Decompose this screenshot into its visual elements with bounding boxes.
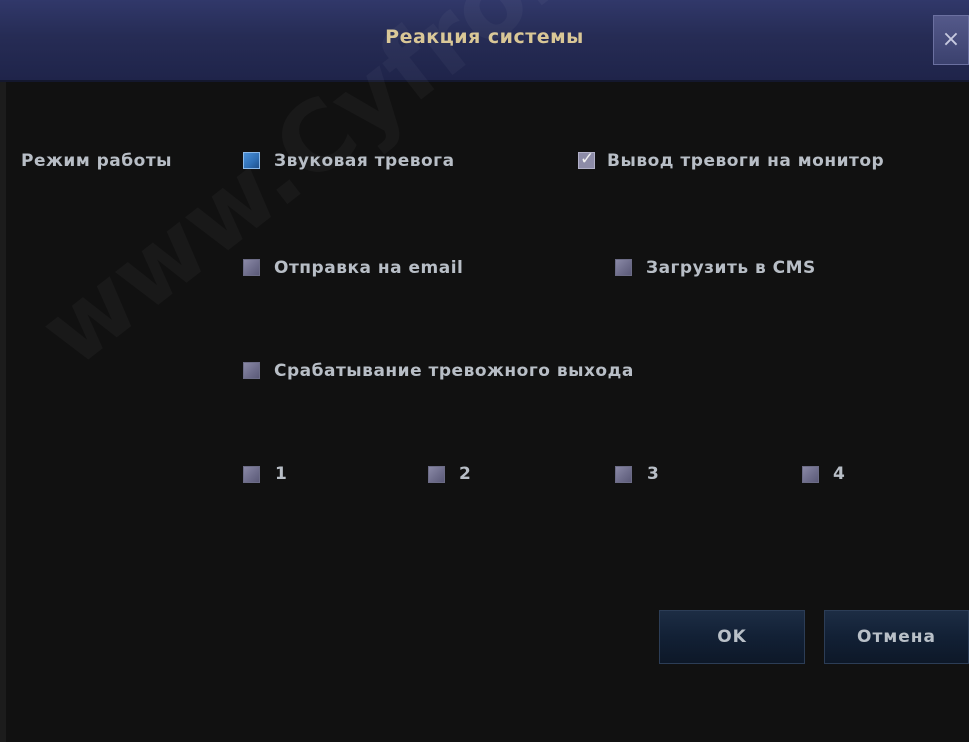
mode-label: Режим работы	[21, 151, 173, 171]
dialog-titlebar: Реакция системы ×	[0, 0, 969, 82]
output-4-label: 4	[833, 464, 846, 484]
output-1-label: 1	[275, 464, 288, 484]
alarm-output-label: Срабатывание тревожного выхода	[274, 361, 634, 381]
dialog-left-border	[0, 82, 6, 742]
sound-alarm-label: Звуковая тревога	[274, 151, 455, 171]
show-on-monitor-label: Вывод тревоги на монитор	[607, 151, 885, 171]
output-3-checkbox[interactable]	[615, 466, 632, 483]
output-2-label: 2	[459, 464, 472, 484]
sound-alarm-checkbox[interactable]	[243, 152, 260, 169]
output-3-label: 3	[647, 464, 660, 484]
upload-cms-label: Загрузить в CMS	[646, 258, 816, 278]
output-2-checkbox[interactable]	[428, 466, 445, 483]
close-icon: ×	[941, 27, 961, 52]
close-button[interactable]: ×	[933, 15, 969, 65]
ok-button[interactable]: OK	[659, 610, 805, 664]
cancel-button[interactable]: Отмена	[824, 610, 969, 664]
show-on-monitor-checkbox[interactable]	[578, 149, 595, 169]
upload-cms-checkbox[interactable]	[615, 259, 632, 276]
output-4-checkbox[interactable]	[802, 466, 819, 483]
send-email-checkbox[interactable]	[243, 259, 260, 276]
output-1-checkbox[interactable]	[243, 466, 260, 483]
dialog-title: Реакция системы	[385, 26, 584, 48]
send-email-label: Отправка на email	[274, 258, 464, 278]
alarm-output-checkbox[interactable]	[243, 362, 260, 379]
